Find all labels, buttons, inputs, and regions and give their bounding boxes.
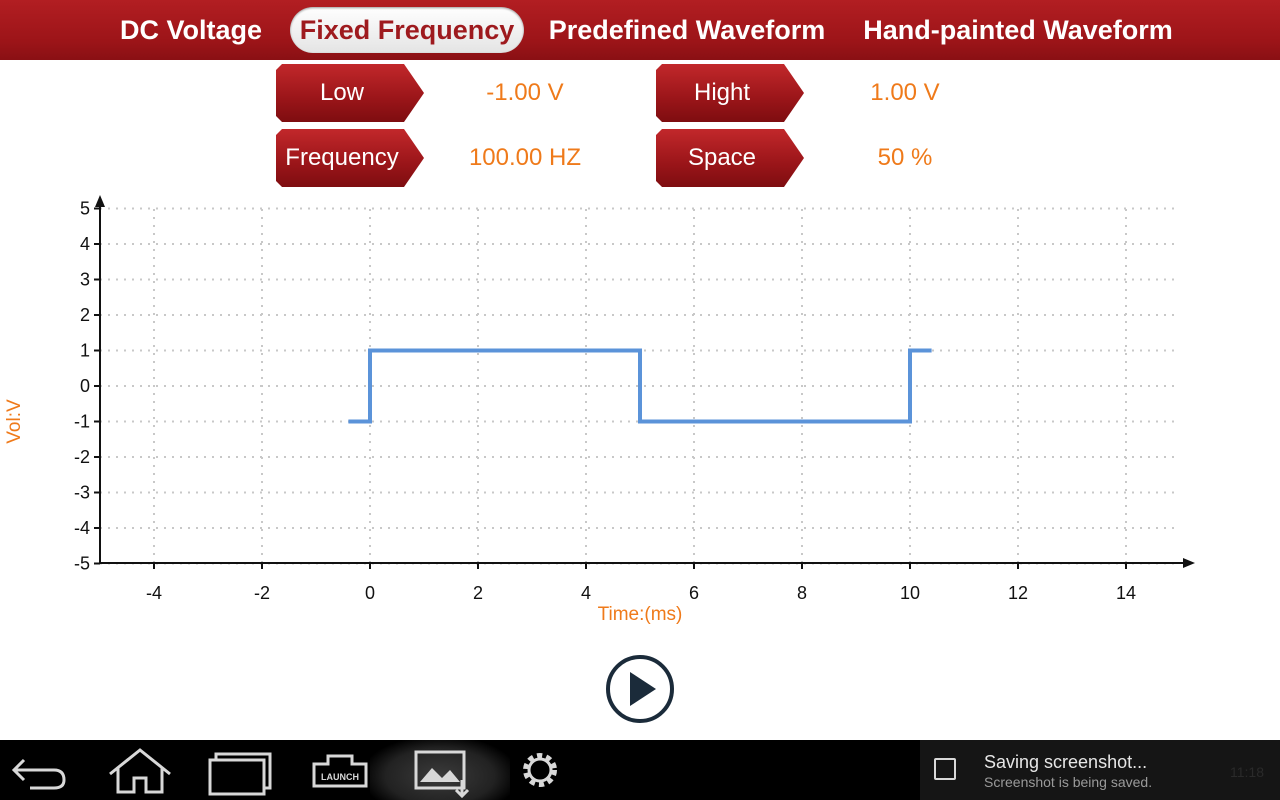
x-axis-title: Time:(ms)	[598, 604, 683, 625]
y-tick-label: 3	[80, 270, 90, 290]
space-button[interactable]: Space	[656, 129, 804, 187]
x-tick-label: -2	[254, 583, 270, 603]
screenshot-icon	[414, 750, 470, 799]
frequency-button[interactable]: Frequency	[276, 129, 424, 187]
y-axis-arrow	[95, 195, 105, 207]
y-tick-label: -5	[74, 554, 90, 574]
y-axis-title: Vol:V	[4, 399, 25, 444]
settings-button[interactable]	[500, 740, 580, 800]
system-navigation-bar: LAUNCH Saving screenshot... Screenshot i…	[0, 740, 1280, 800]
y-tick-label: -1	[74, 412, 90, 432]
y-tick-label: 0	[80, 376, 90, 396]
tab-predefined-waveform[interactable]: Predefined Waveform	[544, 6, 830, 54]
y-tick-label: 4	[80, 234, 90, 254]
recent-apps-button[interactable]	[200, 740, 280, 800]
back-button[interactable]	[0, 740, 80, 800]
home-button[interactable]	[100, 740, 180, 800]
tab-hand-painted-waveform[interactable]: Hand-painted Waveform	[856, 6, 1180, 54]
image-icon	[934, 758, 956, 780]
x-tick-label: 6	[689, 583, 699, 603]
frequency-label: Frequency	[285, 144, 399, 171]
app-root: DC Voltage Fixed Frequency Predefined Wa…	[0, 0, 1280, 800]
y-tick-label: -2	[74, 447, 90, 467]
high-label: Hight	[693, 79, 751, 106]
back-icon	[11, 758, 66, 790]
low-value: -1.00 V	[486, 79, 564, 106]
frequency-value: 100.00 HZ	[468, 144, 582, 171]
low-button[interactable]: Low	[276, 64, 424, 122]
high-value: 1.00 V	[870, 79, 940, 106]
x-tick-label: 8	[797, 583, 807, 603]
screenshot-button[interactable]	[370, 740, 510, 800]
x-tick-label: 2	[473, 583, 483, 603]
mode-tab-bar: DC Voltage Fixed Frequency Predefined Wa…	[0, 0, 1280, 60]
y-tick-label: -4	[74, 518, 90, 538]
recent-apps-icon	[208, 752, 272, 796]
x-tick-label: 4	[581, 583, 591, 603]
play-icon	[606, 655, 674, 723]
y-tick-label: 2	[80, 305, 90, 325]
tab-fixed-frequency[interactable]: Fixed Frequency	[290, 7, 524, 53]
launch-label: LAUNCH	[321, 772, 359, 782]
y-tick-label: 5	[80, 199, 90, 219]
tab-dc-voltage[interactable]: DC Voltage	[110, 6, 272, 54]
notification-title: Saving screenshot...	[984, 752, 1148, 772]
x-tick-label: 0	[365, 583, 375, 603]
x-tick-label: 10	[900, 583, 920, 603]
launch-button[interactable]: LAUNCH	[300, 740, 380, 800]
space-value: 50 %	[877, 144, 933, 171]
low-label: Low	[319, 79, 365, 106]
x-tick-label: 12	[1008, 583, 1028, 603]
x-tick-label: 14	[1116, 583, 1136, 603]
x-tick-label: -4	[146, 583, 162, 603]
clock: 11:18	[1230, 764, 1264, 780]
high-button[interactable]: Hight	[656, 64, 804, 122]
screenshot-notification[interactable]: Saving screenshot... Screenshot is being…	[920, 740, 1280, 800]
space-label: Space	[687, 144, 757, 171]
home-icon	[109, 748, 171, 794]
notification-subtitle: Screenshot is being saved.	[984, 774, 1153, 790]
waveform-chart: 543210-1-2-3-4-5-4 -2 0 2 4 6 8 10 12 14Time:(ms)…	[4, 195, 1195, 625]
play-button[interactable]	[604, 653, 676, 725]
y-tick-label: -3	[74, 483, 90, 503]
y-tick-label: 1	[80, 341, 90, 361]
settings-icon	[523, 753, 557, 787]
x-axis-arrow	[1183, 558, 1195, 568]
launch-icon: LAUNCH	[312, 754, 368, 788]
